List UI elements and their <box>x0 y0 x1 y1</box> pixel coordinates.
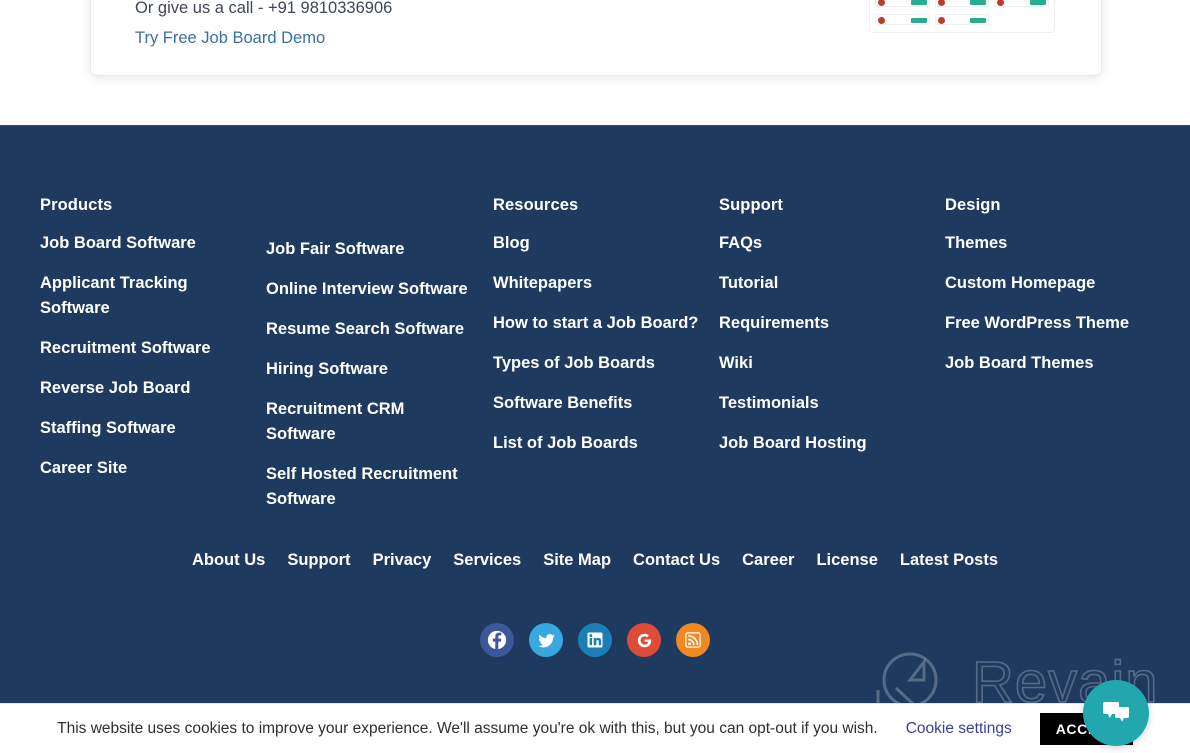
thumbnail-job-card <box>875 0 930 7</box>
footer-column-heading: Products <box>40 196 113 214</box>
footer-column-links: Themes Custom Homepage Free WordPress Th… <box>945 231 1129 376</box>
job-board-preview-thumbnail <box>869 0 1055 33</box>
thumbnail-job-card <box>875 14 930 25</box>
footer-link-job-board-themes[interactable]: Job Board Themes <box>945 351 1129 376</box>
footer-link-recruitment-software[interactable]: Recruitment Software <box>40 336 250 361</box>
footer-link-requirements[interactable]: Requirements <box>719 311 867 336</box>
bottom-nav-contact-us[interactable]: Contact Us <box>633 551 720 570</box>
footer-link-job-board-software[interactable]: Job Board Software <box>40 231 250 256</box>
footer-link-testimonials[interactable]: Testimonials <box>719 391 867 416</box>
footer-link-recruitment-crm-software[interactable]: Recruitment CRM Software <box>266 397 476 447</box>
rss-icon[interactable] <box>676 623 710 657</box>
twitter-icon[interactable] <box>529 623 563 657</box>
footer-column-support: Support FAQs Tutorial Requirements Wiki … <box>719 196 867 471</box>
chat-widget-button[interactable] <box>1083 680 1149 746</box>
footer-link-hiring-software[interactable]: Hiring Software <box>266 357 476 382</box>
footer-link-how-to-start-a-job-board[interactable]: How to start a Job Board? <box>493 311 698 336</box>
footer-link-blog[interactable]: Blog <box>493 231 698 256</box>
footer-link-staffing-software[interactable]: Staffing Software <box>40 416 250 441</box>
cookie-message: This website uses cookies to improve you… <box>57 719 878 737</box>
footer-link-software-benefits[interactable]: Software Benefits <box>493 391 698 416</box>
bottom-nav-support[interactable]: Support <box>287 551 350 570</box>
thumbnail-job-card <box>934 14 990 25</box>
footer-column-heading: Resources <box>493 196 579 214</box>
footer-link-self-hosted-recruitment-software[interactable]: Self Hosted Recruitment Software <box>266 462 476 512</box>
bottom-nav-about-us[interactable]: About Us <box>192 551 265 570</box>
bottom-nav-privacy[interactable]: Privacy <box>373 551 432 570</box>
bottom-nav-license[interactable]: License <box>816 551 877 570</box>
footer-link-resume-search-software[interactable]: Resume Search Software <box>266 317 476 342</box>
footer-link-career-site[interactable]: Career Site <box>40 456 250 481</box>
page-root: Or give us a call - +91 9810336906 Try F… <box>0 0 1190 753</box>
footer-column-links: Job Board Software Applicant Tracking So… <box>40 231 250 481</box>
footer-link-faqs[interactable]: FAQs <box>719 231 867 256</box>
cta-card: Or give us a call - +91 9810336906 Try F… <box>90 0 1102 76</box>
footer-bottom-nav: About Us Support Privacy Services Site M… <box>0 551 1190 570</box>
footer-link-free-wordpress-theme[interactable]: Free WordPress Theme <box>945 311 1129 336</box>
cookie-consent-bar: This website uses cookies to improve you… <box>0 703 1190 753</box>
bottom-nav-career[interactable]: Career <box>742 551 794 570</box>
site-footer: Products Job Board Software Applicant Tr… <box>0 125 1190 703</box>
thumbnail-empty-cell <box>994 14 1050 25</box>
cta-call-line: Or give us a call - +91 9810336906 <box>135 0 393 17</box>
footer-column-heading: Support <box>719 196 783 214</box>
linkedin-icon[interactable] <box>578 623 612 657</box>
footer-link-wiki[interactable]: Wiki <box>719 351 867 376</box>
thumbnail-job-card <box>994 0 1050 7</box>
footer-link-reverse-job-board[interactable]: Reverse Job Board <box>40 376 250 401</box>
footer-link-job-fair-software[interactable]: Job Fair Software <box>266 237 476 262</box>
footer-link-themes[interactable]: Themes <box>945 231 1129 256</box>
footer-column-links: FAQs Tutorial Requirements Wiki Testimon… <box>719 231 867 456</box>
footer-column-resources: Resources Blog Whitepapers How to start … <box>493 196 698 471</box>
footer-link-list-of-job-boards[interactable]: List of Job Boards <box>493 431 698 456</box>
chat-bubble-icon <box>1103 702 1129 722</box>
google-icon[interactable] <box>627 623 661 657</box>
thumbnail-row <box>875 0 1050 7</box>
facebook-icon[interactable] <box>480 623 514 657</box>
try-free-demo-link[interactable]: Try Free Job Board Demo <box>135 23 392 53</box>
footer-column-design: Design Themes Custom Homepage Free WordP… <box>945 196 1129 391</box>
footer-column-links: Blog Whitepapers How to start a Job Boar… <box>493 231 698 456</box>
cookie-settings-link[interactable]: Cookie settings <box>906 720 1012 738</box>
thumbnail-job-card <box>934 0 990 7</box>
top-white-section: Or give us a call - +91 9810336906 Try F… <box>0 0 1190 125</box>
footer-column-products: Products Job Board Software Applicant Tr… <box>40 196 250 496</box>
footer-link-job-board-hosting[interactable]: Job Board Hosting <box>719 431 867 456</box>
thumbnail-row <box>875 14 1050 25</box>
footer-link-types-of-job-boards[interactable]: Types of Job Boards <box>493 351 698 376</box>
cta-text-block: Or give us a call - +91 9810336906 Try F… <box>135 0 392 53</box>
bottom-nav-latest-posts[interactable]: Latest Posts <box>900 551 998 570</box>
bottom-nav-services[interactable]: Services <box>453 551 521 570</box>
footer-column-links: Job Fair Software Online Interview Softw… <box>266 237 476 512</box>
footer-link-tutorial[interactable]: Tutorial <box>719 271 867 296</box>
footer-link-online-interview-software[interactable]: Online Interview Software <box>266 277 476 302</box>
footer-column-products-secondary: Job Fair Software Online Interview Softw… <box>266 237 476 527</box>
footer-column-heading: Design <box>945 196 1001 214</box>
footer-link-whitepapers[interactable]: Whitepapers <box>493 271 698 296</box>
footer-link-custom-homepage[interactable]: Custom Homepage <box>945 271 1129 296</box>
footer-link-applicant-tracking-software[interactable]: Applicant Tracking Software <box>40 271 250 321</box>
footer-social-links <box>0 623 1190 657</box>
bottom-nav-site-map[interactable]: Site Map <box>543 551 611 570</box>
